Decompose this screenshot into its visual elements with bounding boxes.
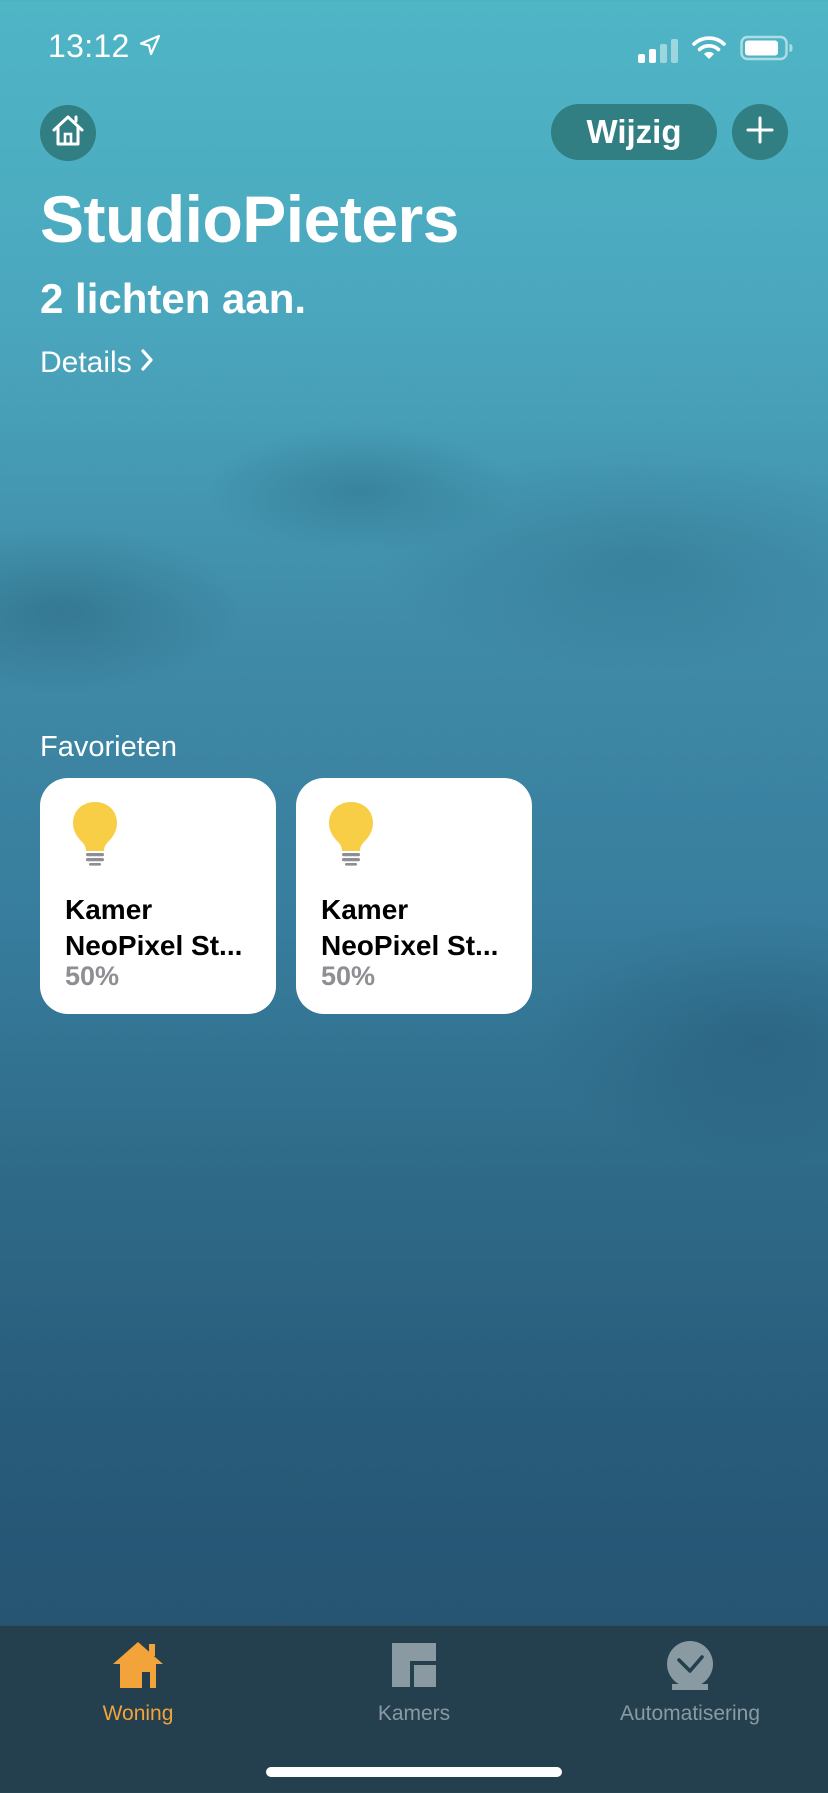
accessory-tile[interactable]: Kamer NeoPixel St... 50% bbox=[40, 778, 276, 1014]
add-accessory-button[interactable] bbox=[732, 104, 788, 160]
status-time: 13:12 bbox=[48, 28, 162, 65]
accessory-title: NeoPixel St... bbox=[321, 930, 499, 961]
tab-automatisering[interactable]: Automatisering bbox=[552, 1640, 828, 1740]
tab-woning[interactable]: Woning bbox=[0, 1640, 276, 1740]
lightbulb-icon bbox=[326, 800, 376, 871]
accessory-tile[interactable]: Kamer NeoPixel St... 50% bbox=[296, 778, 532, 1014]
plus-icon bbox=[745, 115, 775, 150]
house-outline-icon bbox=[49, 112, 87, 155]
details-label: Details bbox=[40, 346, 132, 379]
edit-button[interactable]: Wijzig bbox=[551, 104, 717, 160]
house-icon bbox=[111, 1640, 165, 1695]
home-settings-button[interactable] bbox=[40, 105, 96, 161]
details-link[interactable]: Details bbox=[40, 348, 154, 378]
chevron-right-icon bbox=[140, 348, 154, 378]
home-status-summary: 2 lichten aan. bbox=[40, 275, 307, 322]
home-title: StudioPieters bbox=[40, 182, 459, 256]
status-indicators bbox=[638, 35, 794, 66]
accessory-room: Kamer bbox=[321, 894, 409, 925]
clock-label: 13:12 bbox=[48, 28, 130, 64]
tab-label: Woning bbox=[102, 1702, 174, 1725]
tab-label: Automatisering bbox=[619, 1702, 761, 1725]
battery-icon bbox=[740, 35, 794, 66]
status-bar: 13:12 bbox=[0, 0, 828, 100]
clock-check-icon bbox=[664, 1640, 716, 1695]
accessory-title: NeoPixel St... bbox=[65, 930, 243, 961]
location-arrow-icon bbox=[138, 28, 162, 65]
rooms-icon bbox=[389, 1640, 439, 1695]
favorites-section-title: Favorieten bbox=[40, 731, 178, 763]
wifi-icon bbox=[692, 35, 726, 66]
cellular-signal-icon bbox=[638, 38, 678, 63]
accessory-brightness: 50% bbox=[65, 961, 120, 991]
accessory-name: Kamer NeoPixel St... bbox=[65, 892, 260, 964]
accessory-room: Kamer bbox=[65, 894, 153, 925]
lightbulb-icon bbox=[70, 800, 120, 871]
home-indicator[interactable] bbox=[266, 1767, 562, 1777]
tab-kamers[interactable]: Kamers bbox=[276, 1640, 552, 1740]
accessory-name: Kamer NeoPixel St... bbox=[321, 892, 516, 964]
accessory-brightness: 50% bbox=[321, 961, 376, 991]
tab-label: Kamers bbox=[377, 1702, 451, 1725]
